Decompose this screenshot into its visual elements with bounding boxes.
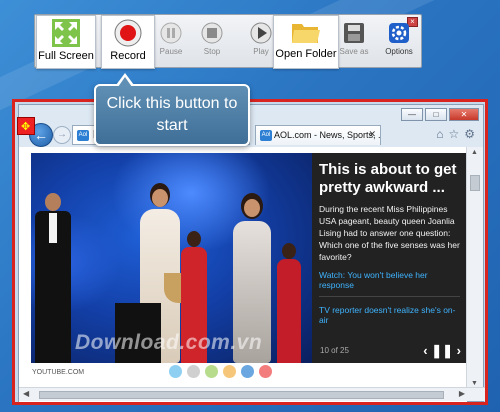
photo-source: YOUTUBE.COM xyxy=(32,369,85,376)
options-button[interactable]: Options xyxy=(382,19,416,69)
close-button[interactable]: ✕ xyxy=(449,108,479,121)
gear-icon xyxy=(389,23,409,43)
scroll-thumb[interactable] xyxy=(470,175,480,191)
scroll-thumb[interactable] xyxy=(39,391,444,399)
save-icon xyxy=(344,23,364,43)
slide-counter: 10 of 25 xyxy=(320,346,349,355)
record-icon xyxy=(114,19,142,47)
minimize-button[interactable]: — xyxy=(401,108,423,121)
previous-slide-icon[interactable]: ‹ xyxy=(423,343,427,358)
carousel-dot[interactable] xyxy=(223,365,236,378)
browser-tab[interactable]: Aol AOL.com - News, Sports, ... ✕ xyxy=(255,125,381,145)
carousel-dot[interactable] xyxy=(187,365,200,378)
recorder-toolbar: × Full Screen Record Pause Stop Play Ope… xyxy=(34,14,422,69)
reporter-link[interactable]: TV reporter doesn't realize she's on-air xyxy=(319,305,460,325)
slideshow-photo[interactable]: Download.com.vn xyxy=(31,153,312,363)
scroll-right-icon[interactable]: ▶ xyxy=(459,389,465,398)
next-slide-icon[interactable]: › xyxy=(457,343,461,358)
tab-close-icon[interactable]: ✕ xyxy=(368,129,376,140)
article-panel: This is about to get pretty awkward ... … xyxy=(312,153,467,363)
maximize-button[interactable]: □ xyxy=(425,108,447,121)
play-button[interactable]: Play xyxy=(246,19,276,69)
carousel-dots xyxy=(169,365,272,378)
pause-label: Pause xyxy=(159,47,183,56)
folder-icon xyxy=(292,24,320,43)
carousel-dot[interactable] xyxy=(169,365,182,378)
tab-favicon-icon: Aol xyxy=(260,130,272,141)
open-folder-button[interactable]: Open Folder xyxy=(273,15,339,69)
article-body: During the recent Miss Philippines USA p… xyxy=(319,204,460,262)
options-label: Options xyxy=(385,47,413,56)
contestant-figure xyxy=(277,243,301,363)
pause-icon xyxy=(160,22,182,44)
full-screen-label: Full Screen xyxy=(38,50,94,62)
move-handle-icon[interactable]: ✥ xyxy=(17,117,35,135)
browser-window: — □ ✕ ← → Aol h Aol AOL.com - News, Spor… xyxy=(18,104,485,402)
stop-icon xyxy=(201,22,223,44)
home-icon[interactable]: ⌂ xyxy=(436,127,443,141)
save-as-label: Save as xyxy=(339,47,369,56)
play-icon xyxy=(250,22,272,44)
stop-button[interactable]: Stop xyxy=(197,19,227,69)
watch-response-link[interactable]: Watch: You won't believe her response xyxy=(319,270,460,297)
play-label: Play xyxy=(253,47,269,56)
fullscreen-icon xyxy=(52,19,80,47)
scroll-up-icon[interactable]: ▲ xyxy=(471,149,478,156)
save-as-button[interactable]: Save as xyxy=(339,19,369,69)
start-tooltip: Click this button to start xyxy=(94,73,250,146)
favorites-star-icon[interactable]: ☆ xyxy=(448,127,459,141)
browser-toolbar-right: ⌂ ☆ ⚙ xyxy=(436,127,475,141)
forward-button[interactable]: → xyxy=(53,126,71,144)
settings-gear-icon[interactable]: ⚙ xyxy=(464,127,475,141)
scroll-left-icon[interactable]: ◀ xyxy=(23,389,29,398)
web-page-content: Download.com.vn This is about to get pre… xyxy=(19,147,467,402)
carousel-dot[interactable] xyxy=(205,365,218,378)
window-controls: — □ ✕ xyxy=(401,108,479,121)
scroll-down-icon[interactable]: ▼ xyxy=(471,380,478,387)
article-headline[interactable]: This is about to get pretty awkward ... xyxy=(319,161,460,197)
carousel-dot[interactable] xyxy=(259,365,272,378)
pause-button[interactable]: Pause xyxy=(155,19,187,69)
slide-pager: ‹ ❚❚ › xyxy=(423,343,461,359)
download-watermark: Download.com.vn xyxy=(75,331,263,354)
tab-title: AOL.com - News, Sports, ... xyxy=(274,130,381,140)
pause-slideshow-icon[interactable]: ❚❚ xyxy=(431,343,453,358)
stop-label: Stop xyxy=(203,47,221,56)
vertical-scrollbar[interactable]: ▲ ▼ xyxy=(466,147,483,389)
record-label: Record xyxy=(110,50,146,62)
record-button[interactable]: Record xyxy=(101,15,155,69)
host-figure xyxy=(35,193,71,363)
horizontal-scrollbar[interactable]: ◀ ▶ xyxy=(19,387,485,401)
full-screen-button[interactable]: Full Screen xyxy=(36,15,96,69)
carousel-dot[interactable] xyxy=(241,365,254,378)
open-folder-label: Open Folder xyxy=(275,48,337,60)
site-favicon-icon: Aol xyxy=(77,130,89,141)
